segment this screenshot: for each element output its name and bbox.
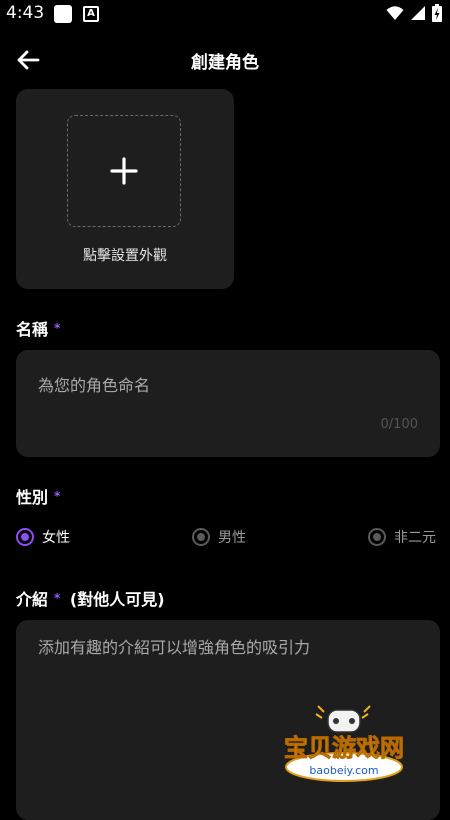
signal-icon — [411, 6, 425, 20]
status-time: 4:43 — [6, 3, 45, 23]
notification-icon — [54, 5, 72, 23]
name-label-text: 名稱 — [16, 320, 49, 339]
status-bar: 4:43 A — [0, 0, 450, 28]
gender-option-label: 非二元 — [394, 530, 436, 546]
page-title: 創建角色 — [191, 53, 259, 73]
required-star: * — [54, 321, 61, 335]
watermark-text: 宝贝游戏网 — [284, 734, 404, 762]
gender-label-text: 性別 — [16, 488, 49, 507]
name-char-counter: 0/100 — [380, 417, 418, 432]
app-notification-icon: A — [83, 6, 99, 22]
gender-option-male[interactable]: 男性 — [192, 526, 246, 548]
radio-unchecked-icon — [192, 528, 210, 546]
gender-option-label: 男性 — [218, 530, 246, 546]
intro-visibility-note: (對他人可見) — [69, 590, 165, 609]
gender-label: 性別 * — [16, 484, 60, 508]
wifi-icon — [386, 6, 404, 20]
gender-option-female[interactable]: 女性 — [16, 526, 70, 548]
name-label: 名稱 * — [16, 316, 60, 340]
status-icons — [386, 4, 442, 22]
avatar-label: 點擊設置外觀 — [83, 248, 167, 264]
watermark-url: baobeiy.com — [309, 764, 378, 777]
watermark-logo: 宝贝游戏网 baobeiy.com — [284, 705, 404, 782]
plus-icon — [110, 157, 138, 185]
radio-checked-icon — [16, 528, 34, 546]
avatar-setup-card[interactable]: 點擊設置外觀 — [16, 89, 234, 289]
name-input[interactable]: 為您的角色命名 0/100 — [16, 350, 440, 457]
intro-placeholder: 添加有趣的介紹可以增強角色的吸引力 — [38, 638, 311, 657]
avatar-upload-area[interactable] — [67, 115, 181, 227]
gender-option-nonbinary[interactable]: 非二元 — [368, 526, 436, 548]
gender-option-label: 女性 — [42, 530, 70, 546]
required-star: * — [54, 591, 61, 605]
app-header: 創建角色 — [0, 42, 450, 78]
required-star: * — [54, 489, 61, 503]
intro-label-text: 介紹 — [16, 590, 49, 609]
intro-label: 介紹 * (對他人可見) — [16, 586, 165, 610]
name-placeholder: 為您的角色命名 — [38, 376, 151, 395]
radio-unchecked-icon — [368, 528, 386, 546]
battery-icon — [432, 4, 442, 22]
